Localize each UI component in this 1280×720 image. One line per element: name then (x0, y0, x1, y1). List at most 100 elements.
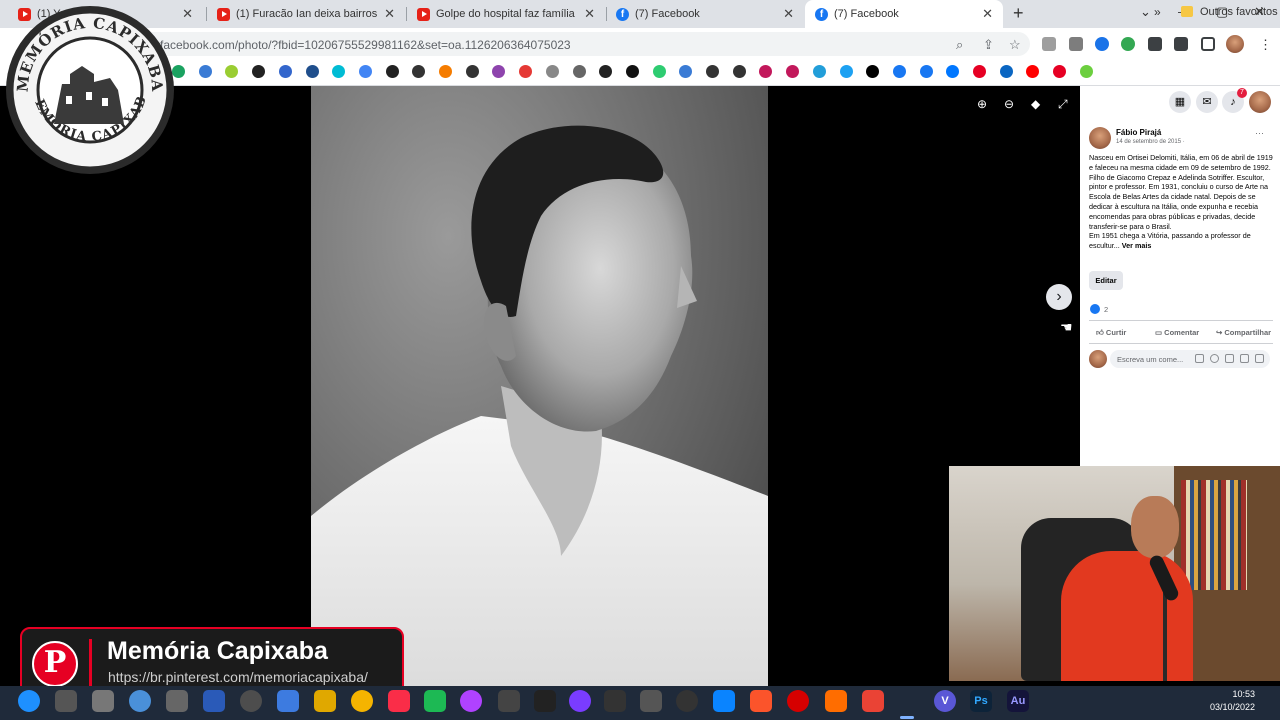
bookmark-favicon-icon[interactable] (198, 65, 212, 78)
bookmark-star-icon[interactable]: ☆ (1009, 37, 1021, 53)
taskbar-app-icon[interactable] (750, 690, 772, 712)
taskbar-app-icon[interactable] (569, 690, 591, 712)
post-author[interactable]: Fábio Pirajá (1116, 128, 1161, 137)
taskbar-app-icon[interactable] (240, 690, 262, 712)
taskbar-app-v[interactable]: V (934, 690, 956, 712)
extension-icon[interactable] (1069, 37, 1083, 51)
bookmark-favicon-icon[interactable] (652, 65, 666, 78)
bookmark-favicon-icon[interactable] (812, 65, 826, 78)
messenger-icon[interactable]: ✉ (1196, 91, 1218, 113)
extension-icon[interactable] (1095, 37, 1109, 51)
tab-search-button[interactable]: ⌄ (1140, 4, 1151, 20)
zoom-in-icon[interactable]: ⊕ (977, 97, 987, 111)
media-icon[interactable] (1174, 37, 1188, 51)
tab-youtube-golpe[interactable]: Golpe do hospital faz família do ✕ (407, 0, 605, 28)
tab-youtube-furacao[interactable]: (1) Furacão Ian deixa bairros alag ✕ (207, 0, 405, 28)
taskbar-app-icon[interactable] (640, 690, 662, 712)
edit-button[interactable]: Editar (1089, 271, 1123, 290)
bookmark-favicon-icon[interactable] (919, 65, 933, 78)
taskbar-app-icon[interactable] (18, 690, 40, 712)
taskbar-app-icon[interactable] (351, 690, 373, 712)
next-photo-button[interactable]: › (1046, 284, 1072, 310)
share-icon[interactable]: ⇪ (983, 37, 994, 53)
comment-button[interactable]: ▭ Comentar (1155, 328, 1199, 337)
profile-avatar[interactable] (1226, 35, 1244, 53)
bookmarks-overflow-button[interactable]: » (1154, 5, 1161, 19)
likes-count[interactable]: 2 (1104, 305, 1108, 314)
tag-icon[interactable]: ◆ (1031, 97, 1040, 111)
sticker-icon[interactable] (1255, 354, 1264, 363)
bookmark-favicon-icon[interactable] (625, 65, 639, 78)
account-avatar[interactable] (1249, 91, 1271, 113)
taskbar-app-icon[interactable] (203, 690, 225, 712)
taskbar-app-icon[interactable] (498, 690, 520, 712)
taskbar-photoshop[interactable]: Ps (970, 690, 992, 712)
extension-icon[interactable] (1042, 37, 1056, 51)
emoji-icon[interactable] (1210, 354, 1219, 363)
close-tab-icon[interactable]: ✕ (384, 6, 395, 22)
extensions-puzzle-icon[interactable] (1148, 37, 1162, 51)
taskbar-app-icon[interactable] (534, 690, 556, 712)
taskbar-app-icon[interactable] (277, 690, 299, 712)
banner-url[interactable]: https://br.pinterest.com/memoriacapixaba… (108, 669, 368, 685)
url-text[interactable]: facebook.com/photo/?fbid=102067555299811… (160, 38, 571, 52)
taskbar-app-icon[interactable] (166, 690, 188, 712)
taskbar-app-icon[interactable] (129, 690, 151, 712)
bookmark-favicon-icon[interactable] (706, 65, 719, 78)
menu-kebab-icon[interactable]: ⋮ (1259, 37, 1272, 53)
taskbar-app-icon[interactable] (460, 690, 482, 712)
taskbar-app-icon[interactable] (388, 690, 410, 712)
tab-facebook-1[interactable]: f (7) Facebook ✕ (606, 0, 804, 28)
close-tab-icon[interactable]: ✕ (783, 6, 794, 22)
avatar-sticker-icon[interactable] (1195, 354, 1204, 363)
bookmark-favicon-icon[interactable] (465, 65, 479, 78)
see-more-link[interactable]: Ver mais (1122, 241, 1152, 250)
post-date[interactable]: 14 de setembro de 2015 · (1116, 139, 1185, 145)
fullscreen-icon[interactable]: ⤢ (1058, 97, 1068, 112)
close-tab-icon[interactable]: ✕ (584, 6, 595, 22)
taskbar-app-icon[interactable] (787, 690, 809, 712)
taskbar-app-icon[interactable] (314, 690, 336, 712)
taskbar-app-icon[interactable] (604, 690, 626, 712)
taskbar-app-icon[interactable] (676, 690, 698, 712)
new-tab-button[interactable]: + (1013, 3, 1024, 24)
system-clock[interactable]: 10:53 03/10/2022 (1210, 688, 1255, 714)
bookmark-favicon-icon[interactable] (385, 65, 399, 78)
bookmark-favicon-icon[interactable] (1053, 65, 1067, 78)
bookmark-favicon-icon[interactable] (439, 65, 452, 78)
taskbar-app-icon[interactable] (713, 690, 735, 712)
bookmark-favicon-icon[interactable] (732, 65, 746, 78)
gif-icon[interactable] (1240, 354, 1249, 363)
bookmark-favicon-icon[interactable] (358, 65, 372, 78)
bookmark-favicon-icon[interactable] (252, 65, 266, 78)
taskbar-app-icon[interactable] (825, 690, 847, 712)
author-avatar[interactable] (1089, 127, 1111, 149)
bookmark-favicon-icon[interactable] (973, 65, 986, 78)
share-button[interactable]: ↪ Compartilhar (1216, 328, 1271, 337)
bookmark-favicon-icon[interactable] (786, 65, 800, 78)
post-options-button[interactable]: ··· (1255, 128, 1264, 138)
taskbar-app-icon[interactable] (862, 690, 884, 712)
search-icon[interactable]: ⌕ (956, 37, 963, 53)
bookmarks-folder-label[interactable]: Outros favoritos (1200, 6, 1278, 18)
side-panel-icon[interactable] (1201, 37, 1215, 51)
bookmark-favicon-icon[interactable] (572, 65, 586, 78)
bookmark-favicon-icon[interactable] (545, 65, 559, 78)
bookmark-favicon-icon[interactable] (278, 65, 292, 78)
tab-facebook-active[interactable]: f (7) Facebook ✕ (805, 0, 1003, 28)
bookmark-favicon-icon[interactable] (839, 65, 853, 78)
bookmark-favicon-icon[interactable] (999, 65, 1013, 78)
menu-grid-icon[interactable]: ▦ (1169, 91, 1191, 113)
bookmark-favicon-icon[interactable] (305, 65, 319, 78)
taskbar-app-icon[interactable] (55, 690, 77, 712)
taskbar-app-icon[interactable] (92, 690, 114, 712)
taskbar-app-icon[interactable] (424, 690, 446, 712)
bookmark-favicon-icon[interactable] (519, 65, 533, 78)
bookmark-favicon-icon[interactable] (892, 65, 906, 78)
close-tab-icon[interactable]: ✕ (982, 6, 993, 22)
zoom-out-icon[interactable]: ⊖ (1004, 97, 1014, 111)
extension-icon[interactable] (1121, 37, 1135, 51)
close-tab-icon[interactable]: ✕ (182, 6, 193, 22)
taskbar-audition[interactable]: Au (1007, 690, 1029, 712)
camera-icon[interactable] (1225, 354, 1234, 363)
